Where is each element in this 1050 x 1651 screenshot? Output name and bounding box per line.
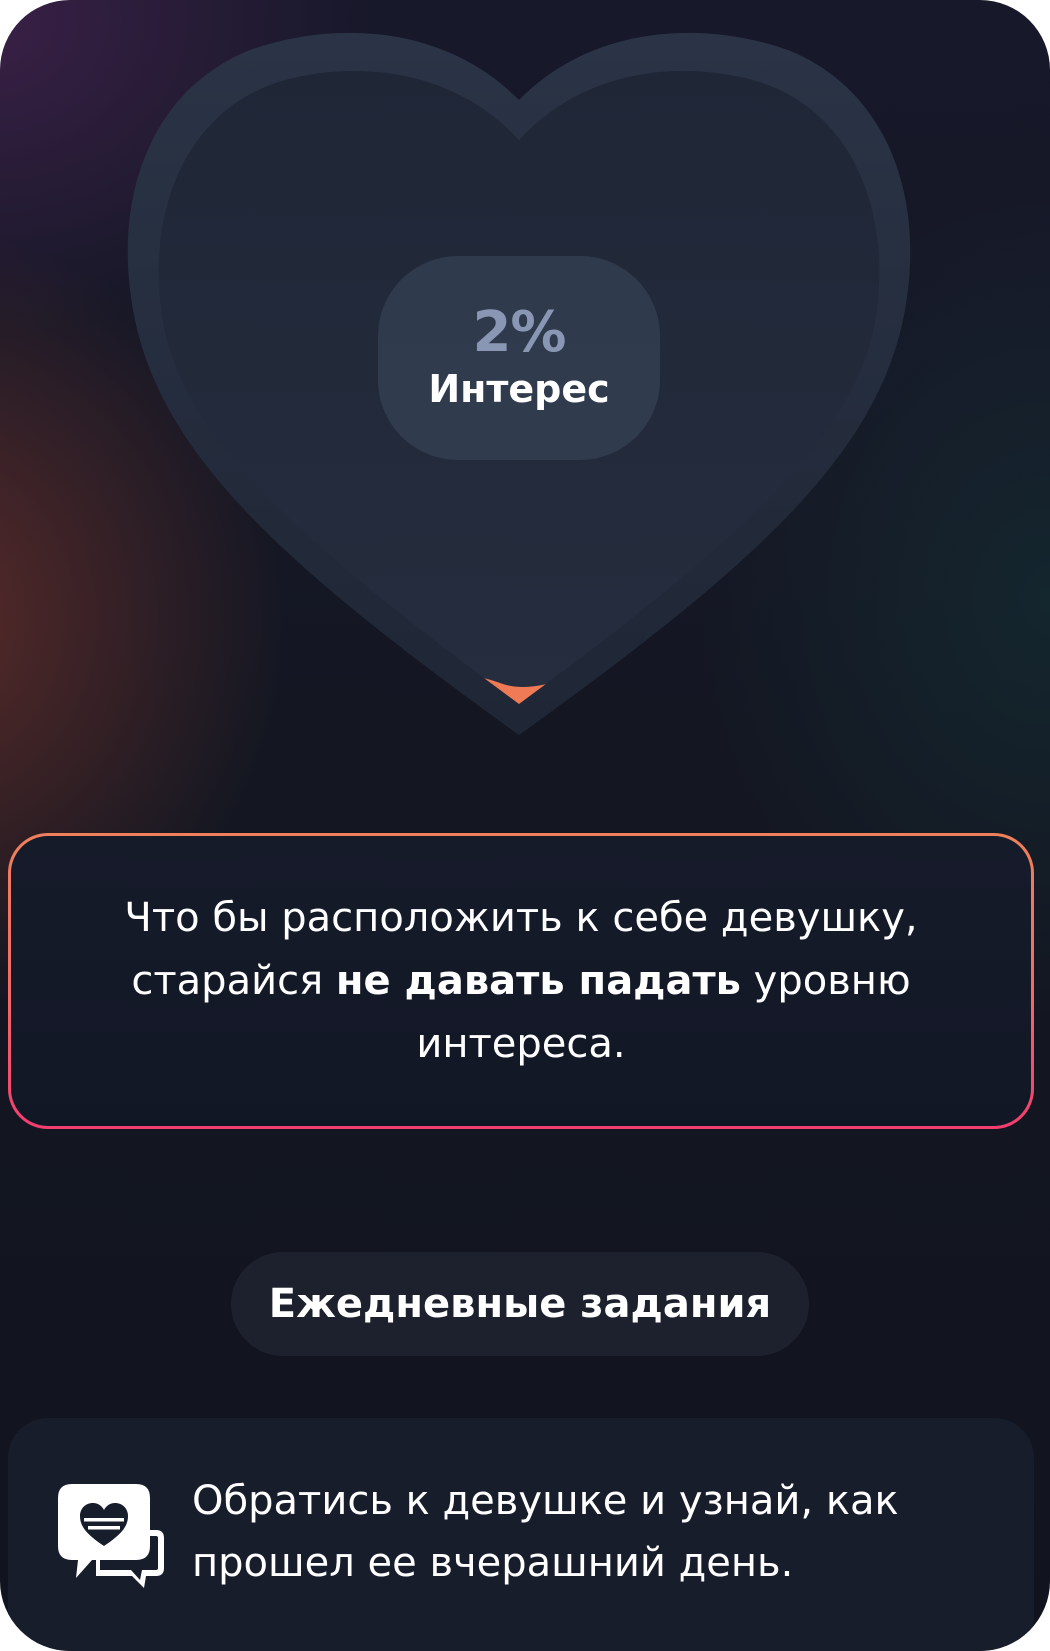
- tip-card: Что бы расположить к себе девушку, стара…: [8, 833, 1034, 1129]
- daily-tasks-button[interactable]: Ежедневные задания: [231, 1252, 809, 1356]
- tip-line-2-after: уровню: [740, 957, 911, 1004]
- tip-line-1: Что бы расположить к себе девушку,: [124, 894, 918, 941]
- tip-line-3: интереса.: [416, 1020, 626, 1067]
- daily-task-text: Обратись к девушке и узнай, как прошел е…: [192, 1478, 899, 1586]
- interest-level-pill: 2% Интерес: [378, 256, 660, 460]
- tip-line-2-bold: не давать падать: [335, 957, 741, 1004]
- daily-task-card[interactable]: Обратись к девушке и узнай, как прошел е…: [8, 1418, 1034, 1651]
- heart-chat-icon: [58, 1484, 164, 1588]
- interest-label: Интерес: [428, 367, 610, 411]
- tip-line-2-before: старайся: [131, 957, 336, 1004]
- interest-percent: 2%: [472, 300, 566, 365]
- tip-text: Что бы расположить к себе девушку, стара…: [81, 887, 961, 1076]
- app-screen: 2% Интерес Что бы расположить к себе дев…: [0, 0, 1050, 1651]
